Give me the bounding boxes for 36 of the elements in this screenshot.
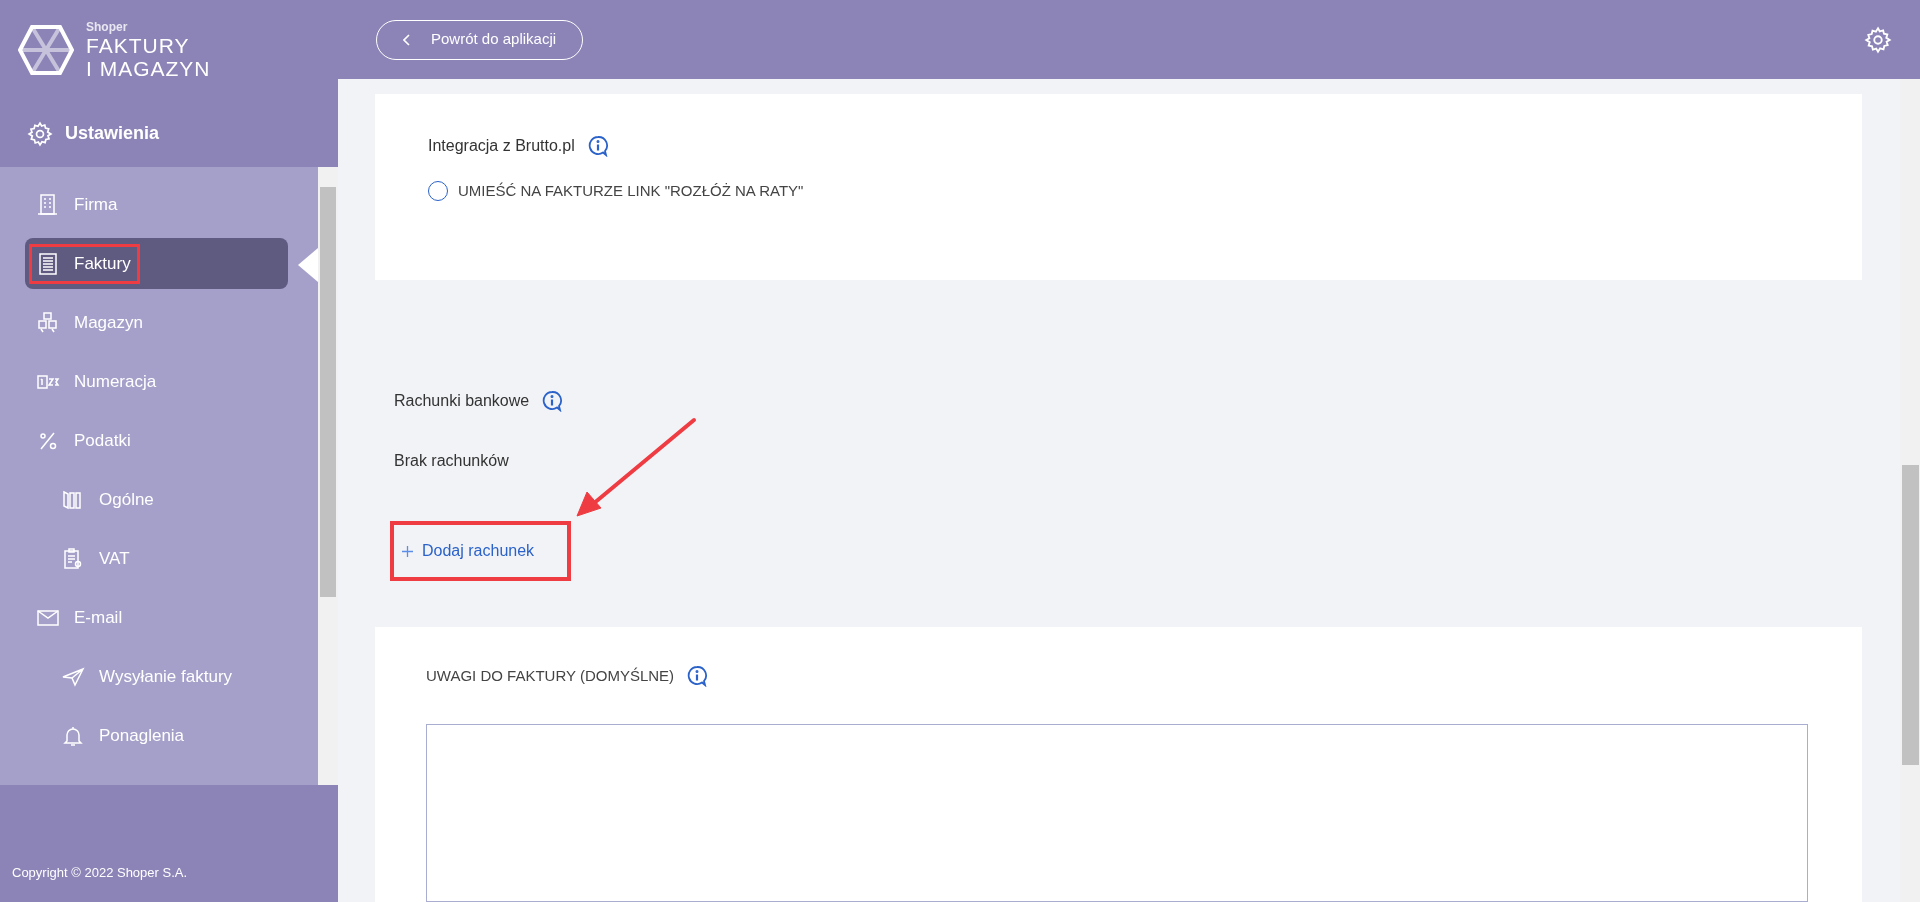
building-icon [36, 192, 60, 217]
menu-item[interactable]: Magazyn [25, 297, 288, 348]
menu-item[interactable]: E-mail [25, 592, 288, 643]
menu-item[interactable]: Firma [25, 179, 288, 230]
menu-item[interactable]: Wysyłanie faktury [25, 651, 288, 702]
scrollbar[interactable] [318, 167, 338, 785]
logo-brand: Shoper [86, 21, 129, 33]
logo-title: I MAGAZYN [86, 58, 211, 79]
settings-icon[interactable] [1864, 25, 1892, 54]
copyright-text: Copyright © 2022 Shoper S.A. [12, 863, 188, 882]
info-icon[interactable] [541, 390, 564, 412]
settings-icon [27, 120, 53, 147]
menu-item[interactable]: Podatki [25, 415, 288, 466]
section-title: Integracja z Brutto.pl [428, 136, 575, 156]
info-icon[interactable] [686, 665, 709, 688]
boxes-icon [36, 310, 60, 335]
menu-item[interactable]: Numeracja [25, 356, 288, 407]
empty-message: Brak rachunków [394, 451, 509, 471]
add-account-link[interactable]: Dodaj rachunek [402, 539, 535, 563]
menu-item[interactable]: Ogólne [25, 474, 288, 525]
chevron-left-icon [403, 33, 411, 46]
page-scrollbar[interactable] [1900, 79, 1920, 902]
info-icon[interactable] [586, 135, 609, 157]
option-label: UMIEŚĆ NA FAKTURZE LINK "ROZŁÓŻ NA RATY" [458, 181, 804, 201]
section-title: UWAGI DO FAKTURY (DOMYŚLNE) [426, 666, 675, 686]
section-title: Rachunki bankowe [394, 391, 530, 411]
section-title: Ustawienia [65, 122, 160, 145]
plus-icon [402, 545, 413, 557]
menu-item[interactable]: Ponaglenia [25, 710, 288, 761]
menu-item[interactable]: VAT [25, 533, 288, 584]
logo-title: FAKTURY [86, 35, 191, 56]
menu-item[interactable]: Faktury [25, 238, 288, 289]
selection-pointer [298, 248, 318, 282]
notes-field[interactable] [426, 723, 1808, 902]
document-icon [36, 251, 60, 276]
hexagon-logo-icon [18, 24, 74, 76]
